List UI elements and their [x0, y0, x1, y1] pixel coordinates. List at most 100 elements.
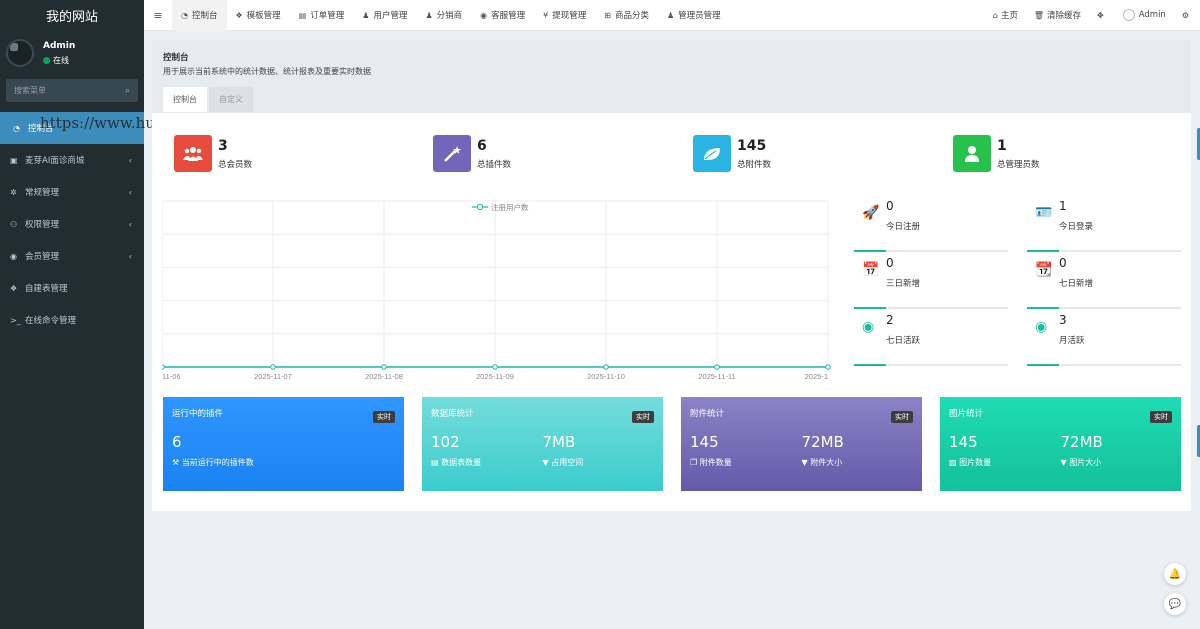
mini-stat-label: 今日登录 [1059, 222, 1094, 232]
fullscreen-button[interactable]: ✥ [1089, 11, 1115, 20]
clear-cache-button[interactable]: 🗑 清除缓存 [1026, 9, 1089, 22]
vcard-icon: 🪪 [1035, 205, 1053, 221]
filter-icon: ▼ [1060, 458, 1070, 467]
main-content: 控制台 用于展示当前系统中的统计数据、统计报表及重要实时数据 控制台 自定义 3… [152, 40, 1191, 511]
mini-stat-three-day-new: 📅 0 三日新增 [854, 256, 1008, 309]
tab-categories[interactable]: ⊞ 商品分类 [595, 0, 658, 31]
chart-x-tick-label: 2025-11-11 [698, 372, 735, 381]
user-panel: Admin 在线 [0, 31, 144, 75]
card-database-stats: 数据库统计 实时 102 ▤ 数据表数量 7MB ▼ 占用空间 [422, 397, 663, 491]
chart-legend-label: 注册用户数 [491, 202, 529, 212]
chevron-left-icon: ‹ [128, 155, 132, 165]
site-title[interactable]: 我的网站 [0, 0, 144, 31]
card-title: 运行中的插件 [172, 409, 224, 419]
stat-members: 3 总会员数 [174, 135, 252, 172]
home-icon: ⌂ [992, 10, 998, 20]
user-icon: ♟ [666, 10, 675, 20]
card-value: 72MB [1060, 433, 1103, 451]
panel-tabs: 控制台 自定义 [163, 87, 1180, 112]
sidebar-item-label: 常规管理 [25, 188, 60, 198]
briefcase-icon: ▣ [10, 155, 18, 165]
chevron-left-icon: ‹ [128, 187, 132, 197]
chart-point [492, 364, 498, 370]
chevron-left-icon: ‹ [128, 251, 132, 261]
tab-customer-service[interactable]: ◉ 客服管理 [471, 0, 534, 31]
online-dot-icon [43, 56, 50, 64]
realtime-badge: 实时 [891, 411, 913, 423]
search-placeholder: 搜索菜单 [14, 86, 46, 95]
user-circle-icon: ◉ [10, 251, 17, 261]
user-icon: ♟ [425, 10, 433, 20]
stat-value: 6 [477, 137, 487, 154]
settings-icon[interactable]: ⚙ [1174, 11, 1200, 20]
tab-orders[interactable]: ▤ 订单管理 [290, 0, 354, 31]
tab-admins[interactable]: ♟ 管理员管理 [658, 0, 730, 31]
file-icon: ▤ [298, 10, 307, 20]
terminal-icon: >_ [10, 315, 21, 325]
card-value: 145 [949, 433, 978, 451]
tab-label: 管理员管理 [678, 11, 721, 21]
sidebar-search-input[interactable]: 搜索菜单 ⌕ [6, 79, 138, 102]
gear-icon: ⚙ [1181, 10, 1189, 20]
card-label-text: 占用空间 [551, 458, 584, 467]
tab-distributors[interactable]: ♟ 分销商 [416, 0, 471, 31]
card-title: 附件统计 [690, 409, 725, 419]
mini-stat-value: 0 [886, 256, 894, 270]
card-label: ⚒ 当前运行中的插件数 [172, 457, 292, 468]
calendar-plus-icon: 📆 [1035, 262, 1053, 278]
home-link[interactable]: ⌂ 主页 [985, 9, 1026, 22]
card-label: ▼ 附件大小 [802, 457, 914, 468]
sidebar-item-custom-tables[interactable]: ❖ 自建表管理 [0, 272, 144, 304]
tab-label: 用户管理 [373, 11, 408, 21]
bell-icon: 🔔 [1168, 568, 1182, 580]
fullscreen-icon: ✥ [1097, 10, 1104, 20]
sidebar-item-general[interactable]: ✲ 常规管理 ‹ [0, 176, 144, 208]
realtime-badge: 实时 [632, 411, 654, 423]
sidebar-item-auth[interactable]: ⚇ 权限管理 ‹ [0, 208, 144, 240]
sidebar-item-members[interactable]: ◉ 会员管理 ‹ [0, 240, 144, 272]
stat-attachments: 145 总附件数 [693, 135, 771, 172]
mini-stat-value: 1 [1059, 199, 1067, 213]
card-label-text: 数据表数量 [441, 458, 482, 467]
admin-label: Admin [1138, 10, 1166, 20]
stat-plugins: 6 总插件数 [433, 135, 511, 172]
chat-button[interactable]: 💬 [1164, 593, 1186, 615]
user-icon: ♟ [362, 10, 370, 20]
sidebar-item-label: 麦芽AI面诊商城 [25, 156, 85, 166]
stat-label: 总插件数 [477, 159, 512, 170]
mini-stat-value: 2 [886, 313, 894, 327]
stat-label: 总会员数 [218, 159, 253, 170]
panel-body: 3 总会员数 6 总插件数 145 总附件数 1 总管理员数 11-06 2025-11-… [152, 113, 1191, 511]
menu-toggle-icon[interactable]: ≡ [144, 9, 172, 22]
tab-console[interactable]: 控制台 [163, 87, 207, 112]
user-circle-icon: ◉ [480, 10, 488, 20]
chart-point [162, 364, 165, 370]
tab-templates[interactable]: ❖ 模板管理 [227, 0, 290, 31]
tab-dashboard[interactable]: ◔ 控制台 [172, 0, 227, 31]
mini-stat-label: 三日新增 [886, 279, 921, 289]
tab-users[interactable]: ♟ 用户管理 [353, 0, 416, 31]
user-status-label: 在线 [53, 55, 69, 65]
cogs-icon: ✲ [10, 187, 17, 197]
filter-icon: ▼ [542, 458, 552, 467]
sidebar-item-label: 会员管理 [25, 252, 60, 262]
tab-label: 商品分类 [614, 11, 649, 21]
admin-menu[interactable]: Admin [1115, 9, 1174, 21]
notification-button[interactable]: 🔔 [1164, 563, 1186, 585]
tab-withdrawals[interactable]: ¥ 提现管理 [534, 0, 595, 31]
stat-value: 3 [218, 137, 228, 154]
sidebar-item-command[interactable]: >_ 在线命令管理 [0, 304, 144, 336]
mini-stat-today-register: 🚀 0 今日注册 [854, 199, 1008, 252]
page-title: 控制台 [163, 53, 189, 63]
user-circle-icon: ◉ [1035, 319, 1048, 335]
sidebar-item-label: 权限管理 [25, 220, 60, 230]
top-nav: ◔ 控制台 ❖ 模板管理 ▤ 订单管理 ♟ 用户管理 ♟ 分销商 ◉ 客服管理 ¥ 提现管理 … [172, 0, 730, 31]
card-value: 145 [690, 433, 719, 451]
sidebar-item-mall[interactable]: ▣ 麦芽AI面诊商城 ‹ [0, 144, 144, 176]
avatar [6, 39, 34, 67]
tab-custom[interactable]: 自定义 [209, 87, 253, 112]
search-icon[interactable]: ⌕ [125, 86, 130, 96]
stat-label: 总附件数 [737, 159, 772, 170]
sidebar-item-label: 在线命令管理 [25, 316, 77, 326]
tab-label: 订单管理 [310, 11, 345, 21]
